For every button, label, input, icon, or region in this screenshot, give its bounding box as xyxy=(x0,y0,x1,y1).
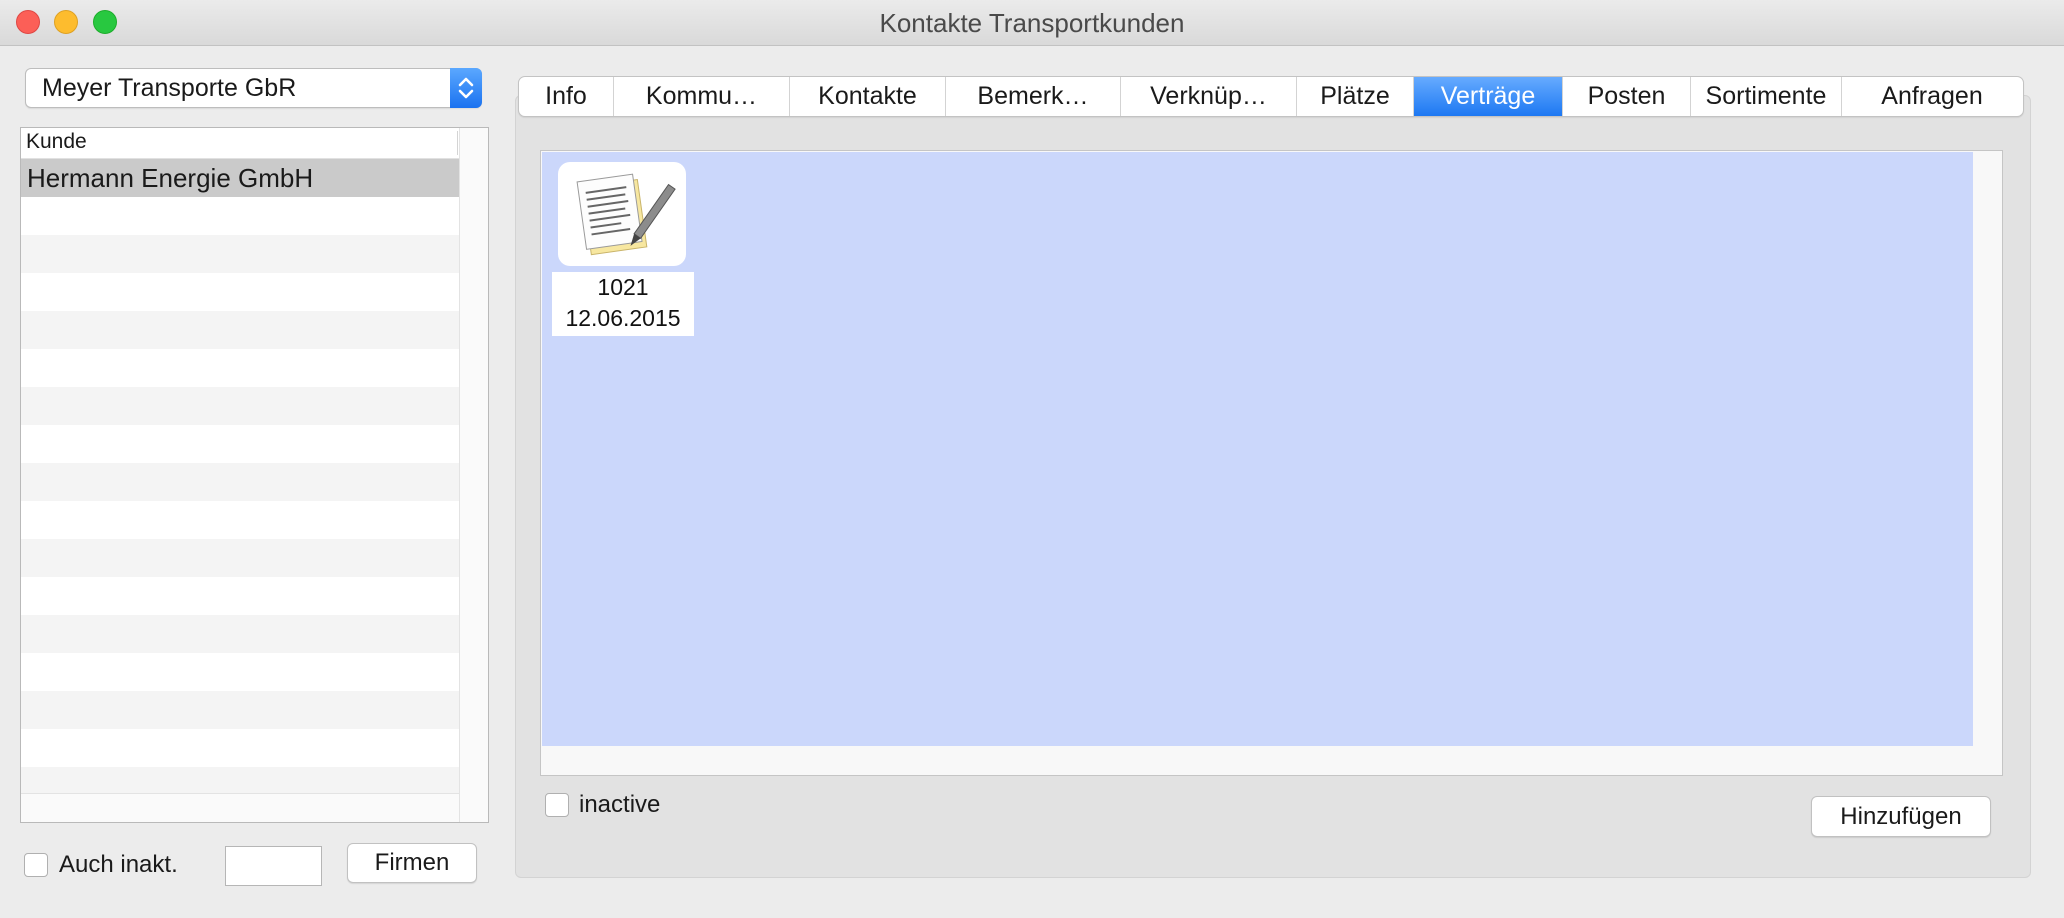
customer-list-rows: Hermann Energie GmbH xyxy=(21,159,459,805)
select-stepper-icon xyxy=(450,68,482,108)
window-title: Kontakte Transportkunden xyxy=(879,8,1185,38)
tab-posten[interactable]: Posten xyxy=(1563,77,1691,116)
contract-date: 12.06.2015 xyxy=(565,305,681,331)
include-inactive-checkbox[interactable] xyxy=(24,853,48,877)
company-select-value: Meyer Transporte GbR xyxy=(42,74,297,102)
list-row[interactable] xyxy=(21,273,459,311)
vertical-scrollbar[interactable] xyxy=(459,128,488,822)
list-row[interactable] xyxy=(21,425,459,463)
companies-button[interactable]: Firmen xyxy=(347,843,477,883)
tab-sortimente[interactable]: Sortimente xyxy=(1691,77,1842,116)
tab-kontakte[interactable]: Kontakte xyxy=(790,77,946,116)
contract-label: 1021 12.06.2015 xyxy=(552,272,694,336)
list-row[interactable] xyxy=(21,615,459,653)
filter-input[interactable] xyxy=(225,846,322,886)
contracts-area[interactable]: 1021 12.06.2015 xyxy=(542,152,1973,746)
list-row[interactable] xyxy=(21,501,459,539)
list-row[interactable] xyxy=(21,729,459,767)
company-select[interactable]: Meyer Transporte GbR xyxy=(25,68,482,108)
app-window: Kontakte Transportkunden Meyer Transport… xyxy=(0,0,2064,918)
column-separator xyxy=(457,131,458,155)
horizontal-scrollbar[interactable] xyxy=(21,793,459,822)
list-row[interactable] xyxy=(21,577,459,615)
contracts-frame: 1021 12.06.2015 xyxy=(540,150,2003,776)
tab-bemerk[interactable]: Bemerk… xyxy=(946,77,1121,116)
inactive-checkbox[interactable] xyxy=(545,793,569,817)
tab-verträge[interactable]: Verträge xyxy=(1414,77,1563,116)
list-row[interactable]: Hermann Energie GmbH xyxy=(21,159,459,197)
tab-plätze[interactable]: Plätze xyxy=(1297,77,1414,116)
list-row[interactable] xyxy=(21,235,459,273)
list-row[interactable] xyxy=(21,197,459,235)
tab-anfragen[interactable]: Anfragen xyxy=(1842,77,2022,116)
list-row[interactable] xyxy=(21,653,459,691)
customer-list[interactable]: Kunde Hermann Energie GmbH xyxy=(20,127,489,823)
column-header-kunde[interactable]: Kunde xyxy=(26,130,87,154)
list-row[interactable] xyxy=(21,691,459,729)
tab-bar: Info Kommu… Kontakte Bemerk… Verknüp… Plätze V… xyxy=(518,76,2024,117)
list-row[interactable] xyxy=(21,463,459,501)
add-button[interactable]: Hinzufügen xyxy=(1811,796,1991,837)
document-pen-icon xyxy=(558,162,686,266)
inactive-label: inactive xyxy=(579,791,661,818)
tab-kommu[interactable]: Kommu… xyxy=(614,77,790,116)
list-row[interactable] xyxy=(21,539,459,577)
tab-verknüp[interactable]: Verknüp… xyxy=(1121,77,1297,116)
tab-info[interactable]: Info xyxy=(519,77,614,116)
title-bar: Kontakte Transportkunden xyxy=(0,0,2064,46)
include-inactive-label: Auch inakt. xyxy=(59,851,178,878)
list-row[interactable] xyxy=(21,387,459,425)
contract-number: 1021 xyxy=(597,274,649,300)
list-row[interactable] xyxy=(21,349,459,387)
list-row-label: Hermann Energie GmbH xyxy=(27,163,314,193)
list-row[interactable] xyxy=(21,311,459,349)
customer-list-header[interactable]: Kunde xyxy=(21,128,459,159)
